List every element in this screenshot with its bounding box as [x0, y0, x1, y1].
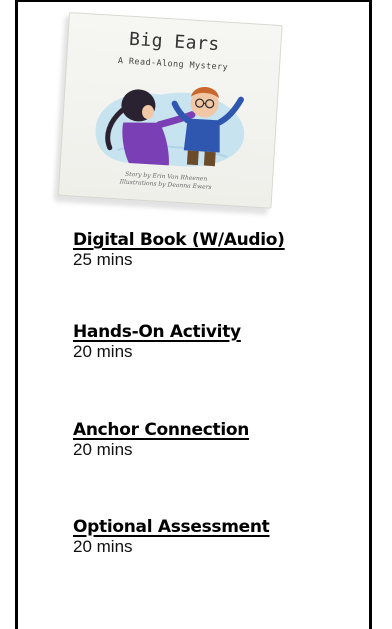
activity-title-link[interactable]: Anchor Connection: [73, 420, 249, 440]
activity-digital-book: Digital Book (W/Audio) 25 mins: [73, 230, 373, 270]
activity-anchor-connection: Anchor Connection 20 mins: [73, 420, 373, 460]
book-cover: Big Ears A Read-Along Mystery Story by E…: [57, 12, 283, 209]
activity-title-link[interactable]: Hands-On Activity: [73, 322, 241, 342]
activity-title-link[interactable]: Digital Book (W/Audio): [73, 230, 285, 250]
activity-duration: 20 mins: [73, 537, 133, 556]
activity-hands-on: Hands-On Activity 20 mins: [73, 322, 373, 362]
book-title: Big Ears: [128, 28, 221, 56]
book-cover-thumbnail[interactable]: Big Ears A Read-Along Mystery Story by E…: [53, 10, 295, 215]
activity-duration: 20 mins: [73, 440, 133, 459]
lesson-card: Big Ears A Read-Along Mystery Story by E…: [15, 0, 372, 629]
cover-illustration: [95, 86, 245, 167]
activity-optional-assessment: Optional Assessment 20 mins: [73, 517, 373, 557]
activity-title-link[interactable]: Optional Assessment: [73, 517, 270, 537]
activity-duration: 25 mins: [73, 250, 133, 269]
activity-duration: 20 mins: [73, 342, 133, 361]
